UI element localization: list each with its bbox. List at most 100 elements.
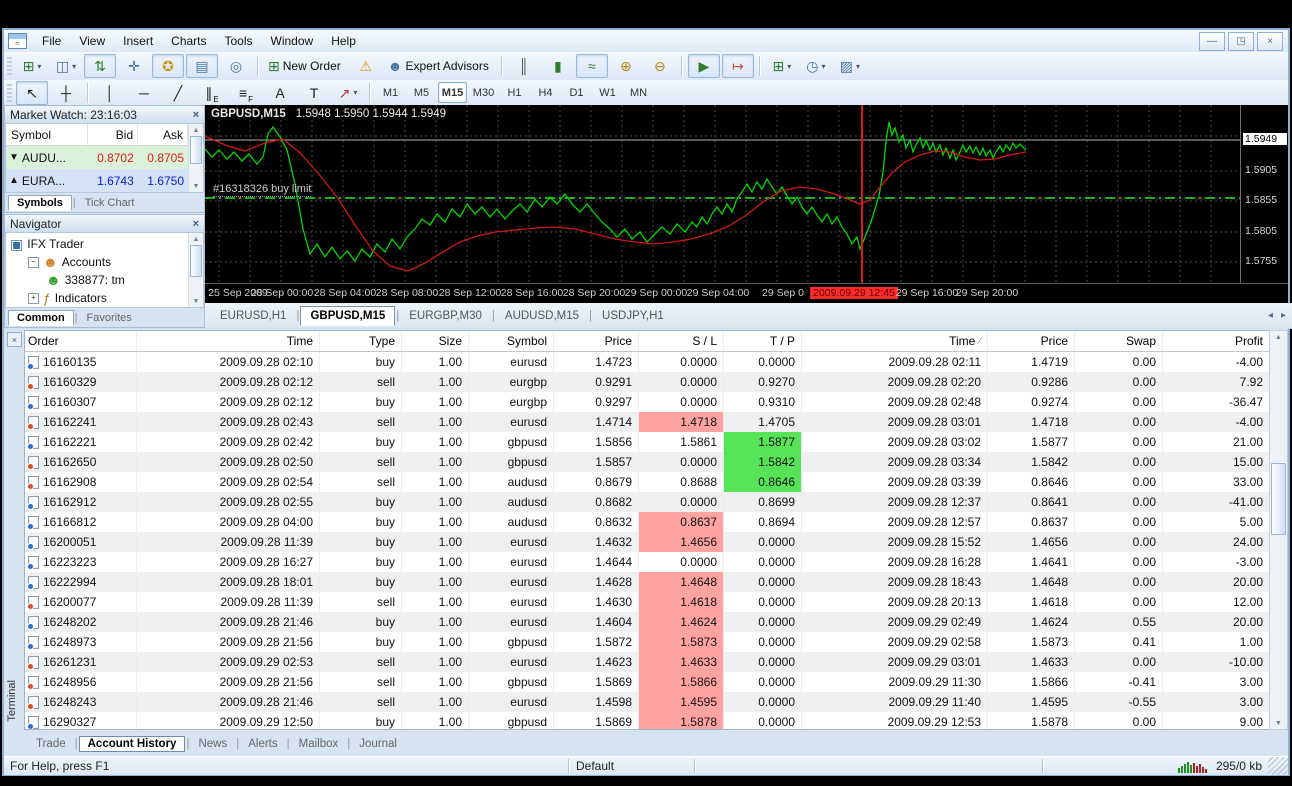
text-button[interactable]: A — [264, 81, 296, 105]
scroll-up-icon[interactable]: ▲ — [193, 124, 200, 136]
table-row[interactable]: 16200051 2009.09.28 11:39 buy 1.00 eurusd 1.4… — [25, 532, 1270, 552]
timeframe-h4[interactable]: H4 — [531, 82, 560, 103]
scroll-down-icon[interactable]: ▼ — [193, 180, 200, 192]
column-header-tp[interactable]: T / P — [724, 331, 802, 351]
strategy-tester-button[interactable]: ◎ — [220, 54, 252, 78]
text-label-button[interactable]: T — [298, 81, 330, 105]
column-header-swap[interactable]: Swap — [1075, 331, 1163, 351]
collapse-icon[interactable]: − — [28, 256, 39, 268]
column-header-open-time[interactable]: Time — [137, 331, 320, 351]
resize-grip[interactable] — [1268, 757, 1288, 775]
menu-charts[interactable]: Charts — [162, 31, 215, 51]
expand-icon[interactable]: + — [28, 292, 39, 304]
table-row[interactable]: 16248973 2009.09.28 21:56 buy 1.00 gbpusd 1.5… — [25, 632, 1270, 652]
column-header-open-price[interactable]: Price — [554, 331, 639, 351]
table-row[interactable]: 16162221 2009.09.28 02:42 buy 1.00 gbpusd 1.5… — [25, 432, 1270, 452]
chart-tab-audusd-m15[interactable]: AUDUSD,M15 — [496, 307, 588, 325]
market-watch-button[interactable]: ⇅ — [84, 54, 116, 78]
timeframe-mn[interactable]: MN — [624, 82, 653, 103]
table-row[interactable]: 16200077 2009.09.28 11:39 sell 1.00 eurusd 1.… — [25, 592, 1270, 612]
data-window-button[interactable]: ✛ — [118, 54, 150, 78]
navigator-item[interactable]: ☻ 338877: tm — [6, 271, 188, 289]
timeframe-w1[interactable]: W1 — [593, 82, 622, 103]
column-header-close-price[interactable]: Price — [988, 331, 1075, 351]
restore-button[interactable]: ◳ — [1228, 31, 1254, 51]
navigator-scrollbar[interactable]: ▲ ▼ — [188, 233, 203, 307]
price-scale[interactable]: 1.5949 1.5905 1.5855 1.5805 1.5755 — [1240, 105, 1289, 283]
table-row[interactable]: 16248202 2009.09.28 21:46 buy 1.00 eurusd 1.4… — [25, 612, 1270, 632]
terminal-tab-trade[interactable]: Trade — [28, 737, 74, 751]
chart-tab-gbpusd-m15[interactable]: GBPUSD,M15 — [300, 305, 396, 326]
column-header-ask[interactable]: Ask — [138, 124, 188, 145]
table-row[interactable]: 16162908 2009.09.28 02:54 sell 1.00 audusd 0.… — [25, 472, 1270, 492]
scroll-down-icon[interactable]: ▼ — [193, 295, 200, 307]
table-row[interactable]: 16160135 2009.09.28 02:10 buy 1.00 eurusd 1.4… — [25, 352, 1270, 372]
table-row[interactable]: 16223223 2009.09.28 16:27 buy 1.00 eurusd 1.4… — [25, 552, 1270, 572]
column-header-order[interactable]: Order — [25, 331, 137, 351]
crosshair-button[interactable]: ┼ — [50, 81, 82, 105]
close-icon[interactable]: × — [193, 218, 199, 230]
chart-tab-eurusd-h1[interactable]: EURUSD,H1 — [211, 307, 295, 325]
arrows-button[interactable]: ↗ ▾ — [332, 81, 364, 105]
menu-tools[interactable]: Tools — [216, 31, 262, 51]
scroll-left-icon[interactable]: ◂ — [1268, 310, 1273, 321]
table-row[interactable]: 16162650 2009.09.28 02:50 sell 1.00 gbpusd 1.… — [25, 452, 1270, 472]
close-button[interactable]: × — [1257, 31, 1283, 51]
timeframe-d1[interactable]: D1 — [562, 82, 591, 103]
navigator-item[interactable]: − ☻ Accounts — [6, 253, 188, 271]
table-row[interactable]: 16162241 2009.09.28 02:43 sell 1.00 eurusd 1.… — [25, 412, 1270, 432]
toolbar-grip[interactable] — [7, 83, 12, 102]
status-profile[interactable]: Default — [570, 757, 694, 775]
bar-chart-button[interactable]: ║ — [508, 54, 540, 78]
table-row[interactable]: 16222994 2009.09.28 18:01 buy 1.00 eurusd 1.4… — [25, 572, 1270, 592]
column-header-type[interactable]: Type — [320, 331, 402, 351]
candlestick-button[interactable]: ▮ — [542, 54, 574, 78]
terminal-tab-account-history[interactable]: Account History — [78, 735, 186, 752]
scroll-up-icon[interactable]: ▲ — [1275, 331, 1282, 343]
timeframe-m15[interactable]: M15 — [438, 82, 467, 103]
horizontal-line-button[interactable]: ─ — [128, 81, 160, 105]
zoom-out-button[interactable]: ⊖ — [644, 54, 676, 78]
column-header-bid[interactable]: Bid — [88, 124, 139, 145]
chart-tab-usdjpy-h1[interactable]: USDJPY,H1 — [593, 307, 673, 325]
navigator-button[interactable]: ✪ — [152, 54, 184, 78]
fibonacci-button[interactable]: ≡ F — [230, 81, 262, 105]
indicators-button[interactable]: ⊞ ▾ — [766, 54, 798, 78]
menu-view[interactable]: View — [70, 31, 114, 51]
chart-shift-button[interactable]: ↦ — [721, 54, 754, 78]
profiles-button[interactable]: ◫ ▾ — [50, 54, 82, 78]
timeframe-m5[interactable]: M5 — [407, 82, 436, 103]
column-header-close-time[interactable]: Time ∕ — [802, 331, 988, 351]
table-row[interactable]: 16290327 2009.09.29 12:50 buy 1.00 gbpusd 1.5… — [25, 712, 1270, 729]
table-row[interactable]: 16160307 2009.09.28 02:12 buy 1.00 eurgbp 0.9… — [25, 392, 1270, 412]
equidistant-channel-button[interactable]: ∥ E — [196, 81, 228, 105]
table-row[interactable]: 16261231 2009.09.29 02:53 sell 1.00 eurusd 1.… — [25, 652, 1270, 672]
scroll-thumb[interactable] — [1271, 463, 1286, 535]
auto-scroll-button[interactable]: ▶ — [687, 54, 720, 78]
terminal-tab-mailbox[interactable]: Mailbox — [291, 737, 347, 751]
vertical-line-button[interactable]: │ — [94, 81, 126, 105]
menu-insert[interactable]: Insert — [114, 31, 162, 51]
terminal-tab-journal[interactable]: Journal — [351, 737, 405, 751]
chart-plot[interactable] — [204, 105, 1240, 283]
navigator-item[interactable]: + ƒ Indicators — [6, 289, 188, 307]
timeframe-h1[interactable]: H1 — [500, 82, 529, 103]
close-icon[interactable]: × — [7, 332, 22, 347]
templates-button[interactable]: ▨ ▾ — [834, 54, 866, 78]
tab-tick-chart[interactable]: Tick Chart — [77, 196, 143, 210]
table-row[interactable]: 16166812 2009.09.28 04:00 buy 1.00 audusd 0.8… — [25, 512, 1270, 532]
timeframe-m30[interactable]: M30 — [469, 82, 498, 103]
menu-help[interactable]: Help — [322, 31, 365, 51]
cursor-button[interactable]: ↖ — [16, 80, 48, 105]
scroll-thumb[interactable] — [190, 245, 202, 277]
new-order-button[interactable]: ⊞ New Order — [264, 54, 348, 78]
market-watch-scrollbar[interactable]: ▲ ▼ — [188, 124, 203, 192]
terminal-button[interactable]: ▤ — [186, 54, 218, 78]
terminal-tab-news[interactable]: News — [190, 737, 235, 751]
minimize-button[interactable]: — — [1199, 31, 1225, 51]
toolbar-grip[interactable] — [7, 57, 12, 75]
column-header-profit[interactable]: Profit — [1163, 331, 1270, 351]
table-row[interactable]: 16160329 2009.09.28 02:12 sell 1.00 eurgbp 0.… — [25, 372, 1270, 392]
time-scale[interactable]: 25 Sep 2009 28 Sep 00:00 28 Sep 04:00 28 Se… — [205, 283, 1288, 304]
column-header-sl[interactable]: S / L — [639, 331, 724, 351]
